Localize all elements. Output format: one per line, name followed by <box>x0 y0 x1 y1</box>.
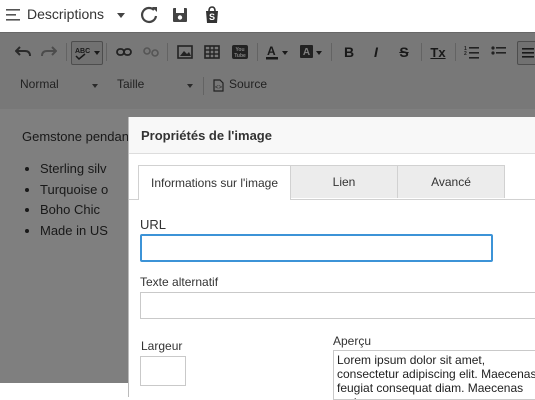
menu-icon[interactable] <box>6 9 20 21</box>
dialog-tabs: Informations sur l'image Lien Avancé <box>129 165 535 200</box>
preview-text: Lorem ipsum dolor sit amet, consectetur … <box>337 353 535 399</box>
alt-text-input[interactable] <box>140 292 535 319</box>
chevron-down-icon[interactable] <box>117 13 125 18</box>
top-bar: Descriptions S <box>0 0 535 32</box>
width-label: Largeur <box>141 339 183 353</box>
tab-image-info[interactable]: Informations sur l'image <box>138 165 291 200</box>
refresh-icon[interactable] <box>139 5 159 25</box>
svg-text:S: S <box>209 12 215 22</box>
alt-text-label: Texte alternatif <box>140 275 219 289</box>
preview-label: Aperçu <box>333 334 372 348</box>
url-label: URL <box>140 217 167 232</box>
tab-link[interactable]: Lien <box>290 165 398 198</box>
width-input[interactable] <box>140 356 186 386</box>
preview-box: Lorem ipsum dolor sit amet, consectetur … <box>333 350 535 400</box>
tab-advanced[interactable]: Avancé <box>397 165 505 198</box>
url-input[interactable] <box>140 234 493 262</box>
page-title[interactable]: Descriptions <box>27 6 104 22</box>
dialog-title: Propriétés de l'image <box>141 128 272 143</box>
dialog-title-bar[interactable]: Propriétés de l'image <box>129 117 535 154</box>
save-icon[interactable] <box>170 5 190 25</box>
shopify-bag-icon[interactable]: S <box>202 5 222 25</box>
image-properties-dialog: Propriétés de l'image Informations sur l… <box>128 117 535 400</box>
